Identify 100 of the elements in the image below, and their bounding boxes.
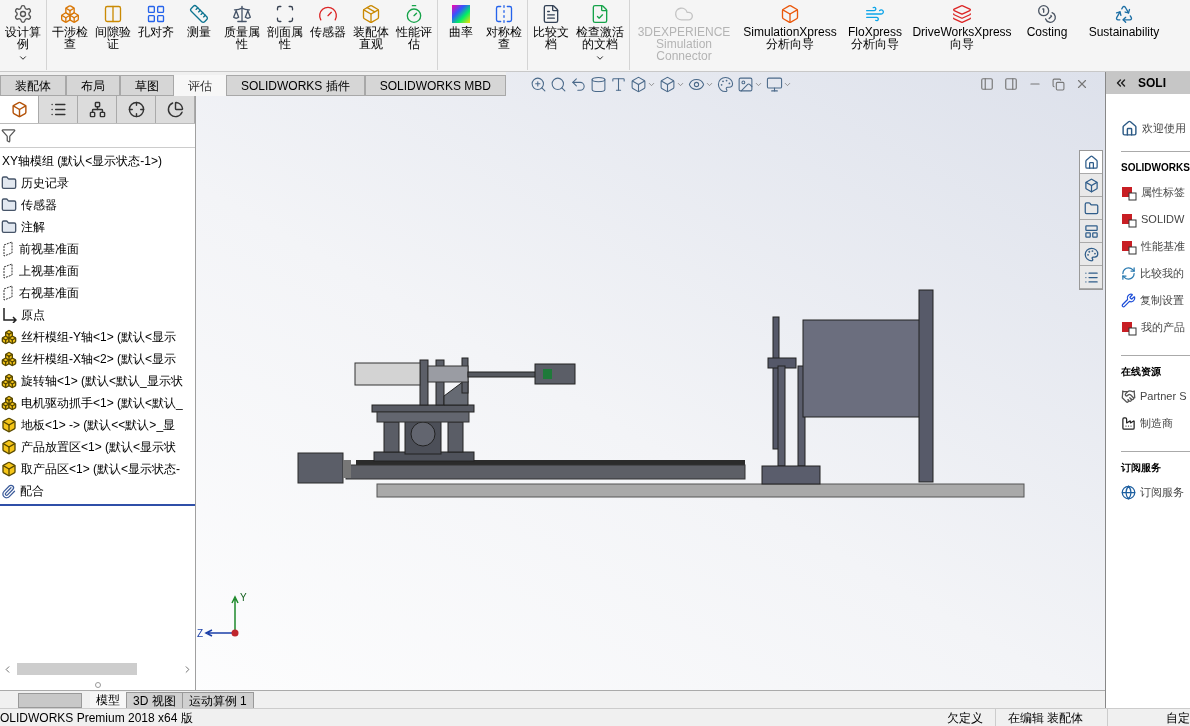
cube-icon	[10, 101, 28, 118]
ribbon-tool[interactable]: 干涉检查	[49, 0, 91, 50]
tree-item[interactable]: 上视基准面	[19, 262, 79, 280]
pane-link[interactable]: 性能基准	[1141, 238, 1185, 255]
command-tab[interactable]: 评估	[174, 75, 226, 96]
tree-item[interactable]: 地板<1> -> (默认<<默认>_显	[21, 416, 176, 434]
back-arrow-icon[interactable]	[570, 75, 588, 93]
command-tab[interactable]: SOLIDWORKS 插件	[226, 75, 365, 96]
scene-icon[interactable]	[737, 75, 755, 93]
monitor-icon[interactable]	[766, 75, 784, 93]
bottom-tab[interactable]: 模型	[90, 692, 127, 708]
manager-tab[interactable]	[156, 96, 195, 123]
ribbon-tool[interactable]: 传感器	[307, 0, 349, 38]
manager-tab[interactable]	[78, 96, 117, 123]
tree-item[interactable]: 丝杆模组-X轴<2> (默认<显示	[21, 350, 177, 368]
ribbon-tool[interactable]: 对称检查	[483, 0, 525, 50]
boxes-icon	[60, 4, 80, 24]
ribbon-tool[interactable]: 测量	[178, 0, 220, 38]
ribbon-tool[interactable]: FloXpress 分析向导	[846, 0, 904, 50]
command-tab[interactable]: SOLIDWORKS MBD	[364, 75, 507, 96]
ribbon-tool[interactable]: Sustainability	[1078, 0, 1170, 38]
crosshair-icon	[127, 101, 145, 118]
manager-tab[interactable]	[117, 96, 156, 123]
side-tab[interactable]	[1080, 151, 1102, 174]
panel-right-icon[interactable]	[1004, 77, 1018, 91]
recycle-icon	[1114, 4, 1134, 24]
tree-root[interactable]: XY轴模组 (默认<显示状态-1>)	[0, 150, 195, 172]
layers-icon	[952, 4, 972, 24]
restore-icon[interactable]	[1052, 77, 1065, 91]
tree-item[interactable]: 右视基准面	[19, 284, 79, 302]
cube-icon	[1, 461, 17, 477]
pane-link[interactable]: 我的产品	[1141, 319, 1185, 336]
tree-item[interactable]: 丝杆模组-Y轴<1> (默认<显示	[21, 328, 177, 346]
tree-item[interactable]: 配合	[20, 482, 44, 500]
tree-item[interactable]: 传感器	[21, 196, 57, 214]
ribbon-tool[interactable]: 曲率	[440, 0, 482, 38]
collapse-icon[interactable]	[1114, 76, 1128, 90]
tree-item[interactable]: 历史记录	[21, 174, 69, 192]
axis-triad-drawing	[204, 595, 239, 637]
folder-icon	[1, 219, 17, 235]
pane-link[interactable]: 属性标签	[1141, 184, 1185, 201]
status-text: 欠定义	[935, 708, 996, 726]
tree-item[interactable]: 电机驱动抓手<1> (默认<默认_	[21, 394, 183, 412]
ribbon-tool[interactable]: 间隙验证	[92, 0, 134, 50]
manager-tab[interactable]	[39, 96, 78, 123]
palette-icon[interactable]	[717, 75, 735, 93]
ribbon-tool[interactable]: 装配体直观	[350, 0, 392, 50]
caret-icon	[18, 53, 28, 63]
coins-icon	[1037, 4, 1057, 24]
pane-link[interactable]: 制造商	[1140, 415, 1173, 432]
filter-icon[interactable]	[1, 128, 16, 143]
folder-icon	[1083, 200, 1099, 216]
command-tab[interactable]: 布局	[66, 75, 120, 96]
pane-link[interactable]: SOLIDW	[1141, 211, 1185, 228]
text-cursor-icon[interactable]	[610, 75, 628, 93]
ribbon-tool[interactable]: SimulationXpress 分析向导	[738, 0, 842, 50]
ribbon-tool[interactable]: 孔对齐	[135, 0, 177, 38]
ribbon-tool[interactable]: 设计算例	[2, 0, 44, 63]
plane-icon	[1, 263, 15, 279]
section-heading: 订阅服务	[1121, 461, 1162, 475]
ribbon-tool[interactable]: 质量属性	[221, 0, 263, 50]
wrench-icon	[1121, 293, 1136, 308]
zoom-area-icon[interactable]	[550, 75, 568, 93]
ribbon-tool[interactable]: 剖面属性	[264, 0, 306, 50]
section-view-icon[interactable]	[590, 75, 608, 93]
tree-item[interactable]: 前视基准面	[19, 240, 79, 258]
factory-icon	[1121, 416, 1136, 431]
close-icon[interactable]	[1075, 77, 1089, 91]
ribbon-tool[interactable]: 检查激活的文档	[573, 0, 627, 63]
ribbon-tool[interactable]: 性能评估	[393, 0, 435, 50]
document-cube-icon	[1121, 211, 1137, 228]
ribbon-tool[interactable]: DriveWorksXpress 向导	[908, 0, 1016, 50]
gear-icon	[13, 4, 33, 24]
tree-item[interactable]: 产品放置区<1> (默认<显示状	[21, 438, 177, 456]
command-tab[interactable]: 草图	[120, 75, 174, 96]
document-cube-icon	[1121, 238, 1137, 255]
status-text: 在编辑 装配体	[996, 708, 1108, 726]
ribbon-tool[interactable]: Costing	[1020, 0, 1074, 38]
list-icon	[1083, 269, 1099, 285]
cube-icon[interactable]	[659, 75, 677, 93]
pane-link[interactable]: 订阅服务	[1140, 484, 1184, 501]
panel-left-icon[interactable]	[980, 77, 994, 91]
bottom-tab[interactable]: 3D 视图	[127, 692, 183, 708]
tree-item[interactable]: 旋转轴<1> (默认<默认_显示状	[21, 372, 183, 390]
bottom-tab[interactable]: 运动算例 1	[182, 692, 254, 708]
command-tab[interactable]: 装配体	[0, 75, 66, 96]
pane-link[interactable]: 欢迎使用	[1142, 120, 1186, 137]
pane-link[interactable]: Partner S	[1140, 388, 1187, 405]
sync-icon	[1121, 266, 1136, 281]
tree-item[interactable]: 取产品区<1> (默认<显示状态-	[21, 460, 181, 478]
zoom-icon[interactable]	[530, 75, 548, 93]
pane-title: SOLI	[1138, 75, 1166, 92]
tree-item[interactable]: 注解	[21, 218, 45, 236]
tree-item[interactable]: 原点	[21, 306, 45, 324]
ribbon-tool[interactable]: 比较文档	[530, 0, 572, 50]
cube-icon	[1, 417, 17, 433]
pane-link[interactable]: 比较我的	[1140, 265, 1184, 282]
pane-link[interactable]: 复制设置	[1140, 292, 1184, 309]
cube-icon[interactable]	[630, 75, 648, 93]
scrollbar-thumb[interactable]	[17, 663, 137, 675]
